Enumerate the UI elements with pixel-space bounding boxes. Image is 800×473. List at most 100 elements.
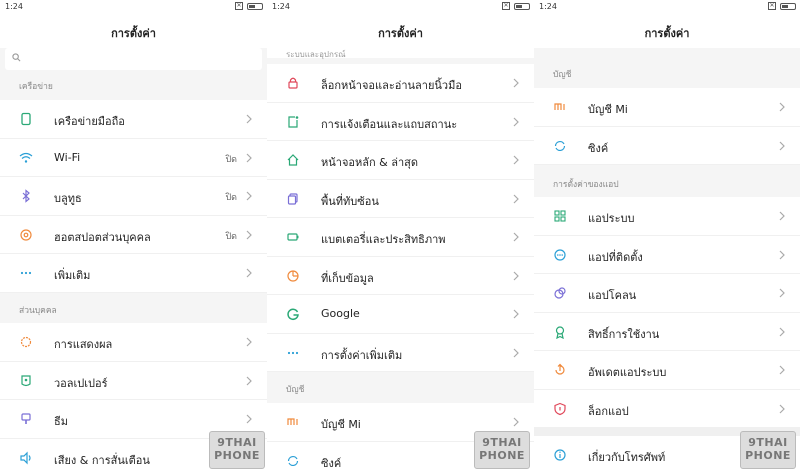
row-system-apps[interactable]: แอประบบ (534, 197, 800, 236)
chevron-right-icon (513, 309, 519, 319)
watermark-logo: 9THAI PHONE (474, 431, 530, 469)
row-more[interactable]: เพิ่มเติม (0, 254, 267, 293)
status-time: 1:24 (272, 2, 290, 11)
row-label: สิทธิ์การใช้งาน (588, 327, 660, 341)
row-bluetooth[interactable]: บลูทูธ ปิด (0, 177, 267, 216)
wallpaper-icon (21, 374, 31, 386)
chevron-right-icon (779, 404, 785, 413)
row-app-lock[interactable]: ล็อกแอป (534, 389, 800, 428)
screens: 1:24 ✕ การตั้งค่า เครือข่าย เครือข่ายมือ… (0, 0, 800, 473)
status-icons: ✕ (768, 2, 796, 10)
row-sync[interactable]: ซิงค์ (534, 126, 800, 165)
row-label: ล็อกแอป (588, 404, 629, 418)
row-lock-screen[interactable]: ล็อกหน้าจอและอ่านลายนิ้วมือ (267, 64, 534, 103)
status-bar: 1:24 ✕ (267, 0, 534, 16)
chevron-right-icon (513, 155, 519, 165)
section-label-system: ระบบและอุปกรณ์ (267, 48, 534, 59)
settings-panel-3: 1:24 ✕ การตั้งค่า บัญชี บัญชี Mi ซิงค์ ก… (534, 0, 800, 473)
wifi-icon (19, 152, 33, 163)
section-label-accounts: บัญชี (267, 377, 534, 403)
title-bar: การตั้งค่า (267, 16, 534, 48)
row-mobile-network[interactable]: เครือข่ายมือถือ (0, 100, 267, 139)
chevron-right-icon (246, 337, 252, 347)
row-label: การแสดงผล (54, 338, 113, 351)
row-storage[interactable]: ที่เก็บข้อมูล (267, 256, 534, 295)
battery-icon (247, 2, 263, 10)
section-label-network: เครือข่าย (0, 74, 267, 100)
section-label-personal: ส่วนบุคคล (0, 298, 267, 324)
home-icon (287, 154, 299, 166)
clone-icon (554, 287, 566, 299)
row-additional-settings[interactable]: การตั้งค่าเพิ่มเติม (267, 333, 534, 372)
chevron-right-icon (246, 114, 252, 124)
row-label: ฮอตสปอตส่วนบุคคล (54, 230, 151, 244)
row-wallpaper[interactable]: วอลเปเปอร์ (0, 361, 267, 400)
row-home-screen[interactable]: หน้าจอหลัก & ล่าสุด (267, 141, 534, 180)
row-label: บลูทูธ (54, 192, 82, 205)
row-label: แอปที่ติดตั้ง (588, 250, 643, 264)
watermark-line1: 9THAI (748, 436, 788, 449)
search-icon (12, 53, 21, 62)
row-label: ที่เก็บข้อมูล (321, 271, 374, 285)
row-permissions[interactable]: สิทธิ์การใช้งาน (534, 312, 800, 351)
chevron-right-icon (513, 78, 519, 88)
row-label: แบตเตอรี่และประสิทธิภาพ (321, 233, 446, 246)
title-bar: การตั้งค่า (0, 16, 267, 48)
chevron-right-icon (246, 191, 252, 201)
watermark-logo: 9THAI PHONE (209, 431, 265, 469)
settings-panel-1: 1:24 ✕ การตั้งค่า เครือข่าย เครือข่ายมือ… (0, 0, 267, 473)
row-label: ธีม (54, 415, 68, 428)
apps-grid-icon (554, 210, 566, 222)
row-label: หน้าจอหลัก & ล่าสุด (321, 156, 418, 169)
row-display[interactable]: การแสดงผล (0, 323, 267, 362)
row-mi-account[interactable]: บัญชี Mi (534, 88, 800, 127)
row-label: วอลเปเปอร์ (54, 376, 108, 390)
row-installed-apps[interactable]: แอปที่ติดตั้ง (534, 235, 800, 274)
bluetooth-icon (22, 189, 30, 203)
row-google[interactable]: Google (267, 295, 534, 334)
chevron-right-icon (779, 327, 785, 336)
notification-icon (288, 115, 299, 128)
chevron-right-icon (246, 376, 252, 385)
update-icon (555, 363, 565, 375)
section-label-accounts: บัญชี (534, 62, 800, 88)
no-sim-icon: ✕ (502, 2, 510, 10)
row-overlay[interactable]: พื้นที่ทับซ้อน (267, 179, 534, 218)
status-icons: ✕ (502, 2, 530, 10)
chevron-right-icon (513, 194, 519, 203)
row-value: ปิด (225, 154, 237, 165)
sync-icon (554, 140, 566, 151)
speaker-icon (20, 451, 31, 464)
row-label: แอปโคลน (588, 289, 637, 302)
row-label: ซิงค์ (588, 141, 609, 155)
chevron-right-icon (779, 141, 785, 150)
page-title: การตั้งค่า (378, 27, 423, 40)
row-value: ปิด (225, 231, 237, 242)
watermark-line1: 9THAI (217, 436, 257, 449)
theme-brush-icon (21, 413, 31, 424)
installed-apps-icon (554, 248, 566, 261)
status-bar: 1:24 ✕ (534, 0, 800, 16)
row-clone-apps[interactable]: แอปโคลน (534, 274, 800, 313)
watermark-line2: PHONE (479, 449, 525, 462)
row-battery[interactable]: แบตเตอรี่และประสิทธิภาพ (267, 218, 534, 257)
settings-panel-2: 1:24 ✕ การตั้งค่า ระบบและอุปกรณ์ ล็อกหน้… (267, 0, 534, 473)
row-hotspot[interactable]: ฮอตสปอตส่วนบุคคล ปิด (0, 215, 267, 254)
search-input[interactable] (5, 48, 262, 70)
chevron-right-icon (246, 414, 252, 424)
chevron-right-icon (513, 271, 519, 280)
row-label: การแจ้งเตือนและแถบสถานะ (321, 117, 458, 131)
row-label: บัญชี Mi (321, 418, 361, 431)
row-label: การตั้งค่าเพิ่มเติม (321, 348, 403, 362)
row-wifi[interactable]: Wi-Fi ปิด (0, 138, 267, 177)
row-label: อัพเดตแอประบบ (588, 366, 667, 379)
status-icons: ✕ (235, 2, 263, 10)
info-icon (554, 449, 566, 461)
google-icon (287, 308, 299, 321)
chevron-right-icon (779, 288, 785, 298)
row-update-system-apps[interactable]: อัพเดตแอประบบ (534, 351, 800, 390)
hotspot-icon (20, 228, 32, 241)
row-notifications[interactable]: การแจ้งเตือนและแถบสถานะ (267, 102, 534, 141)
display-sun-icon (20, 336, 32, 348)
chevron-right-icon (779, 102, 785, 112)
